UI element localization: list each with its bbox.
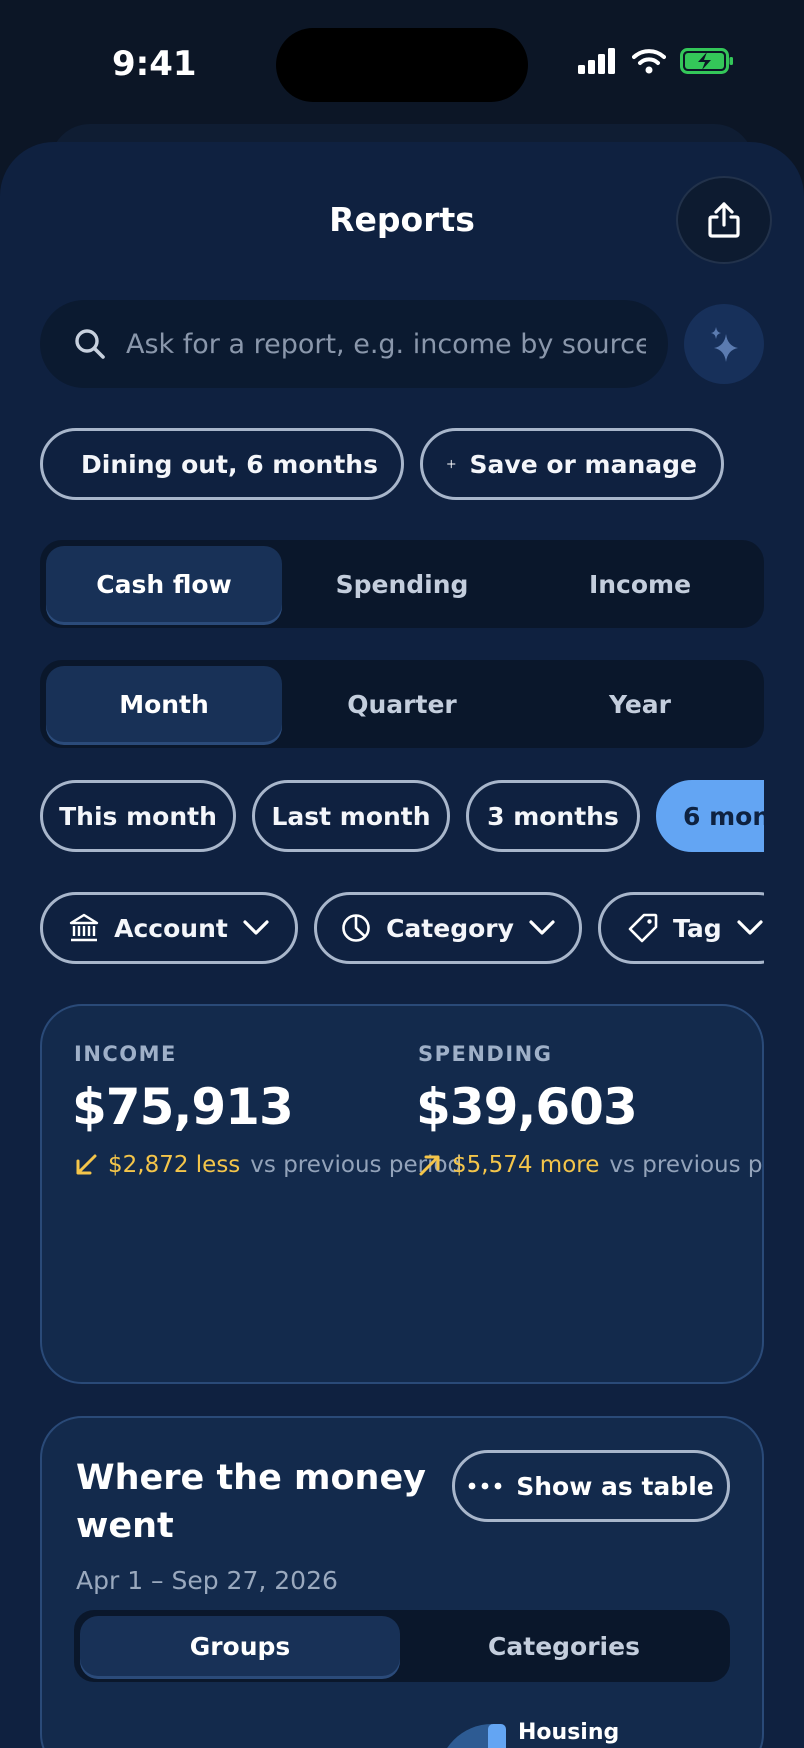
chevron-down-icon	[737, 920, 763, 935]
chevron-down-icon	[529, 920, 555, 935]
breakdown-title: Where the money went	[76, 1458, 426, 1547]
breakdown-date-range: Apr 1 – Sep 27, 2026	[76, 1566, 338, 1595]
spending-label: SPENDING	[418, 1042, 553, 1066]
report-type-tabs: Cash flow Spending Income	[40, 540, 764, 628]
tab-quarter[interactable]: Quarter	[284, 666, 520, 742]
sparkle-icon	[711, 327, 738, 362]
status-icons	[578, 48, 734, 74]
tab-cash-flow[interactable]: Cash flow	[46, 546, 282, 622]
status-bar: 9:41	[0, 0, 804, 130]
tab-spending[interactable]: Spending	[284, 546, 520, 622]
legend-swatch-housing	[488, 1724, 506, 1748]
range-this-month[interactable]: This month	[40, 780, 236, 852]
bank-icon	[69, 913, 99, 942]
range-chips: This month Last month 3 months 6 months	[40, 780, 764, 852]
legend-label-housing: Housing	[518, 1720, 620, 1745]
category-filter[interactable]: Category	[314, 892, 582, 964]
tab-income[interactable]: Income	[522, 546, 758, 622]
save-or-manage-label: Save or manage	[469, 449, 697, 479]
account-filter[interactable]: Account	[40, 892, 298, 964]
tab-categories[interactable]: Categories	[404, 1616, 724, 1676]
show-as-table-button[interactable]: Show as table	[452, 1450, 730, 1522]
tag-filter[interactable]: Tag	[598, 892, 764, 964]
filter-chips: Account Category Tag	[40, 892, 764, 964]
arrow-down-left-icon	[76, 1154, 97, 1175]
tab-year[interactable]: Year	[522, 666, 758, 742]
category-filter-label: Category	[386, 913, 514, 943]
saved-report-dining-out[interactable]: Dining out, 6 months	[40, 428, 404, 500]
status-time: 9:41	[112, 44, 197, 84]
report-search[interactable]	[40, 300, 668, 388]
tab-month[interactable]: Month	[46, 666, 282, 742]
tab-groups[interactable]: Groups	[80, 1616, 400, 1676]
plus-icon	[447, 459, 456, 469]
tag-filter-label: Tag	[673, 913, 722, 943]
save-or-manage-button[interactable]: Save or manage	[420, 428, 724, 500]
summary-card: INCOME $75,913 $2,872 less vs previous p…	[40, 1004, 764, 1384]
income-delta-amount: $2,872 less	[108, 1152, 241, 1178]
breakdown-tabs: Groups Categories	[74, 1610, 730, 1682]
ai-sparkle-button[interactable]	[684, 304, 764, 384]
signal-icon	[578, 48, 615, 74]
income-label: INCOME	[74, 1042, 177, 1066]
pie-icon	[342, 914, 370, 942]
range-3-months[interactable]: 3 months	[466, 780, 640, 852]
income-delta: $2,872 less vs previous period	[74, 1152, 462, 1178]
more-dots-icon	[468, 1482, 502, 1490]
income-value: $75,913	[72, 1078, 294, 1136]
breakdown-card: Where the money went Apr 1 – Sep 27, 202…	[40, 1416, 764, 1748]
spending-value: $39,603	[416, 1078, 638, 1136]
battery-icon	[680, 48, 733, 74]
range-6-months[interactable]: 6 months	[656, 780, 764, 852]
wifi-icon	[632, 49, 666, 74]
share-button[interactable]	[676, 176, 772, 264]
share-icon	[708, 202, 740, 238]
spending-delta-suffix: vs previous period	[609, 1152, 763, 1178]
show-as-table-label: Show as table	[516, 1471, 714, 1501]
search-icon	[75, 329, 105, 359]
saved-report-label: Dining out, 6 months	[81, 449, 378, 479]
account-filter-label: Account	[114, 913, 228, 943]
period-tabs: Month Quarter Year	[40, 660, 764, 748]
dynamic-island	[276, 28, 528, 102]
spending-delta-amount: $5,574 more	[452, 1152, 600, 1178]
search-input[interactable]	[126, 328, 646, 360]
spending-delta: $5,574 more vs previous period	[418, 1152, 763, 1178]
range-last-month[interactable]: Last month	[252, 780, 450, 852]
tag-icon	[628, 913, 658, 943]
chevron-down-icon	[243, 920, 269, 935]
arrow-up-right-icon	[419, 1155, 440, 1176]
